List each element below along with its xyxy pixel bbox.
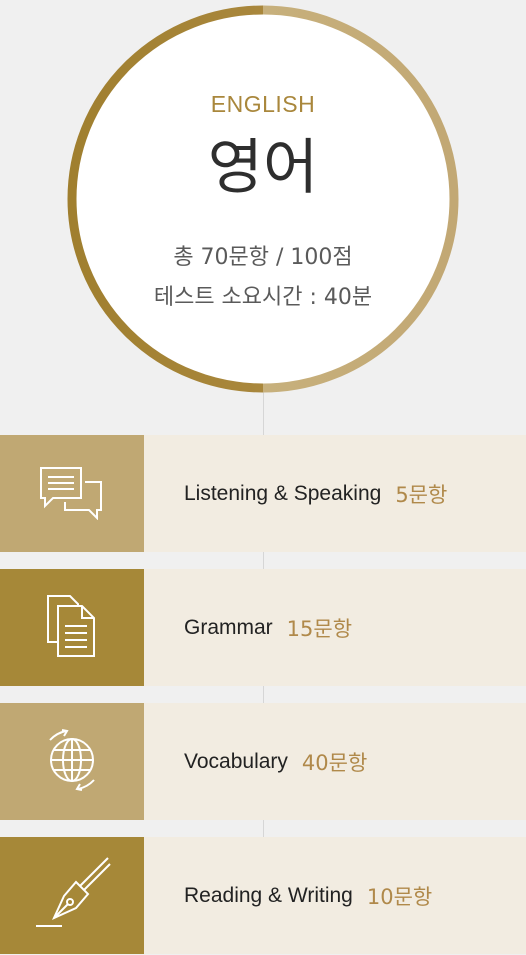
fountain-pen-icon (32, 856, 112, 936)
subject-circle: ENGLISH 영어 총 70문항 / 100점 테스트 소요시간 : 40분 (65, 3, 461, 395)
section-label: Vocabulary (184, 749, 288, 773)
section-row-listening[interactable]: Listening & Speaking 5문항 (0, 435, 526, 552)
chat-bubbles-icon (37, 464, 107, 524)
section-count: 40문항 (301, 750, 368, 775)
section-count: 10문항 (366, 884, 433, 909)
section-label: Grammar (184, 615, 273, 639)
section-row-reading[interactable]: Reading & Writing 10문항 (0, 837, 526, 954)
section-count: 15문항 (286, 616, 353, 641)
section-row-grammar[interactable]: Grammar 15문항 (0, 569, 526, 686)
time-info: 테스트 소요시간 : 40분 (153, 285, 373, 310)
total-info: 총 70문항 / 100점 (173, 245, 353, 270)
subject-title: 영어 (207, 133, 319, 203)
documents-icon (44, 592, 100, 664)
section-label: Reading & Writing (184, 883, 353, 907)
globe-icon (40, 728, 104, 796)
section-count: 5문항 (395, 482, 448, 507)
english-label: ENGLISH (210, 91, 316, 117)
section-row-vocabulary[interactable]: Vocabulary 40문항 (0, 703, 526, 820)
section-label: Listening & Speaking (184, 481, 382, 505)
